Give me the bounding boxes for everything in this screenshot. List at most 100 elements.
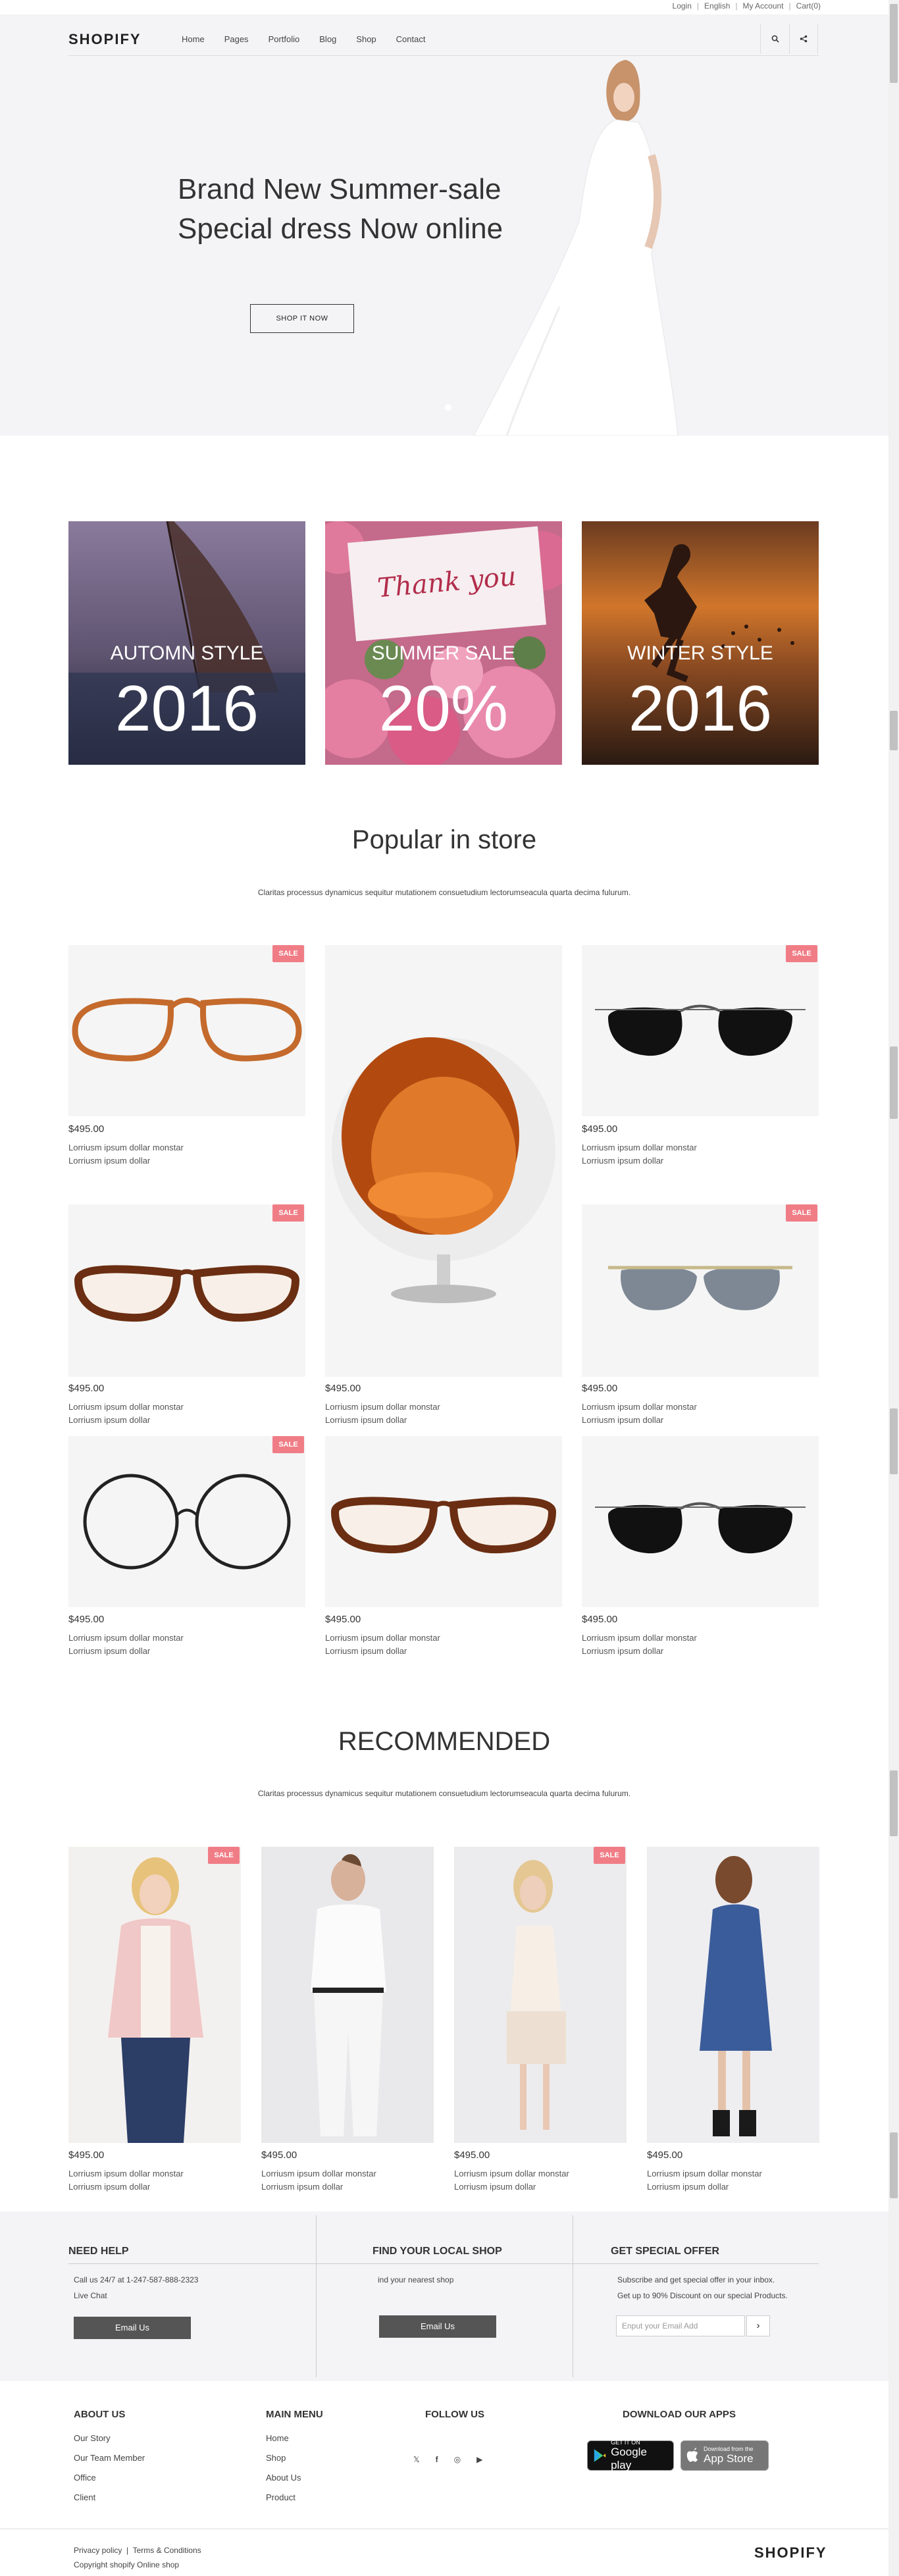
product-desc[interactable]: Lorriusm ipsum dollar monstar Lorriusm ip… <box>68 2167 184 2194</box>
product-image[interactable] <box>261 1847 434 2143</box>
google-play-button[interactable]: GET IT ON Google play <box>587 2439 674 2471</box>
product-desc-line2: Lorriusm ipsum dollar <box>582 1156 664 1166</box>
scrollbar-thumb[interactable] <box>890 711 898 750</box>
banner-caption: SUMMER SALE <box>371 642 516 664</box>
app-store-button[interactable]: Download from the App Store <box>681 2440 769 2471</box>
apple-big: App Store <box>704 2452 754 2465</box>
sale-badge: SALE <box>272 1436 304 1453</box>
scrollbar-thumb[interactable] <box>890 1046 898 1119</box>
nav-pages[interactable]: Pages <box>224 34 249 44</box>
email-us-button[interactable]: Email Us <box>379 2315 496 2338</box>
nav-contact[interactable]: Contact <box>396 34 426 44</box>
instagram-icon[interactable]: ◎ <box>454 2455 461 2464</box>
hero-title-line2: Special dress Now online <box>178 213 503 245</box>
menu-item[interactable]: Shop <box>266 2448 301 2468</box>
youtube-icon[interactable]: ▶ <box>476 2455 482 2464</box>
slider-dot[interactable] <box>445 404 451 411</box>
product-desc-line2: Lorriusm ipsum dollar <box>647 2182 729 2192</box>
banner-winter[interactable]: WINTER STYLE 2016 <box>582 521 819 765</box>
nav-home[interactable]: Home <box>182 34 205 44</box>
product-price: $495.00 <box>68 1614 105 1625</box>
product-image[interactable]: SALE <box>582 945 819 1116</box>
product-price: $495.00 <box>454 2150 490 2161</box>
menu-item[interactable]: Home <box>266 2429 301 2448</box>
product-image[interactable]: SALE <box>454 1847 627 2143</box>
product-desc-line1: Lorriusm ipsum dollar monstar <box>68 1143 184 1152</box>
model-white-suit-image <box>261 1847 434 2143</box>
email-field[interactable]: Enput your Email Add <box>616 2315 745 2336</box>
nav-shop[interactable]: Shop <box>356 34 376 44</box>
submit-arrow-icon[interactable]: › <box>746 2315 770 2336</box>
shop-now-button[interactable]: SHOP IT NOW <box>250 304 354 333</box>
about-item[interactable]: Office <box>74 2468 145 2488</box>
product-desc[interactable]: Lorriusm ipsum dollar monstar Lorriusm ip… <box>68 1141 184 1168</box>
facebook-icon[interactable]: f <box>436 2455 438 2464</box>
product-image[interactable]: SALE <box>68 1436 305 1607</box>
terms-link[interactable]: Terms & Conditions <box>133 2546 201 2555</box>
banner-big-text: 20% <box>378 672 509 744</box>
product-desc[interactable]: Lorriusm ipsum dollar monstar Lorriusm ip… <box>68 1401 184 1427</box>
logo[interactable]: SHOPIFY <box>68 31 141 48</box>
product-image[interactable]: SALE <box>68 1847 241 2143</box>
language-link[interactable]: English <box>704 1 730 11</box>
help-phone: Call us 24/7 at 1-247-587-888-2323 <box>74 2275 199 2284</box>
product-desc-line2: Lorriusm ipsum dollar <box>325 1415 407 1425</box>
twitter-icon[interactable]: 𝕏 <box>413 2455 420 2464</box>
product-desc[interactable]: Lorriusm ipsum dollar monstar Lorriusm ip… <box>647 2167 762 2194</box>
share-icon[interactable] <box>789 24 818 54</box>
product-desc[interactable]: Lorriusm ipsum dollar monstar Lorriusm ip… <box>325 1632 440 1658</box>
footer-logo[interactable]: SHOPIFY <box>754 2544 827 2562</box>
product-desc[interactable]: Lorriusm ipsum dollar monstar Lorriusm ip… <box>582 1401 697 1427</box>
product-desc[interactable]: Lorriusm ipsum dollar monstar Lorriusm ip… <box>582 1632 697 1658</box>
sale-badge: SALE <box>786 945 817 962</box>
cart-link[interactable]: Cart(0) <box>796 1 821 11</box>
product-image[interactable]: SALE <box>68 945 305 1116</box>
product-desc-line2: Lorriusm ipsum dollar <box>68 1156 151 1166</box>
apps-title: DOWNLOAD OUR APPS <box>623 2409 736 2420</box>
live-chat-link[interactable]: Live Chat <box>74 2288 198 2304</box>
about-item[interactable]: Our Team Member <box>74 2448 145 2468</box>
local-shop-text: ind your nearest shop <box>378 2275 454 2284</box>
product-image[interactable] <box>325 945 562 1377</box>
menu-item[interactable]: About Us <box>266 2468 301 2488</box>
product-desc[interactable]: Lorriusm ipsum dollar monstar Lorriusm ip… <box>261 2167 376 2194</box>
special-offer-title: GET SPECIAL OFFER <box>611 2246 720 2257</box>
popular-subtitle: Claritas processus dynamicus sequitur mu… <box>257 888 631 897</box>
product-image[interactable] <box>582 1436 819 1607</box>
product-desc[interactable]: Lorriusm ipsum dollar monstar Lorriusm ip… <box>325 1401 440 1427</box>
nav-blog[interactable]: Blog <box>319 34 336 44</box>
nav-portfolio[interactable]: Portfolio <box>269 34 300 44</box>
product-desc-line2: Lorriusm ipsum dollar <box>325 1646 407 1656</box>
product-image[interactable] <box>647 1847 819 2143</box>
banner-summer[interactable]: Thank you SUMMER SALE 20% <box>325 521 562 765</box>
product-desc-line1: Lorriusm ipsum dollar monstar <box>68 2169 184 2178</box>
scrollbar-thumb[interactable] <box>890 1408 898 1474</box>
scrollbar-thumb[interactable] <box>890 1770 898 1836</box>
email-us-button[interactable]: Email Us <box>74 2317 191 2339</box>
product-image[interactable]: SALE <box>582 1204 819 1377</box>
product-desc-line2: Lorriusm ipsum dollar <box>68 1415 151 1425</box>
search-icon[interactable] <box>760 24 789 54</box>
about-item[interactable]: Client <box>74 2488 145 2508</box>
product-desc[interactable]: Lorriusm ipsum dollar monstar Lorriusm ip… <box>454 2167 569 2194</box>
scrollbar-thumb[interactable] <box>890 2132 898 2198</box>
hero-model-image <box>473 60 679 436</box>
product-price: $495.00 <box>325 1383 361 1394</box>
login-link[interactable]: Login <box>673 1 692 11</box>
about-item[interactable]: Our Story <box>74 2429 145 2448</box>
hero-title: Brand New Summer-sale Special dress Now … <box>178 170 503 249</box>
banner-autumn[interactable]: AUTOMN STYLE 2016 <box>68 521 305 765</box>
product-price: $495.00 <box>68 2150 105 2161</box>
account-link[interactable]: My Account <box>743 1 784 11</box>
privacy-link[interactable]: Privacy policy <box>74 2546 122 2555</box>
social-icons: 𝕏 f ◎ ▶ <box>413 2455 482 2464</box>
sale-badge: SALE <box>594 1847 625 1864</box>
product-image[interactable]: SALE <box>68 1204 305 1377</box>
product-image[interactable] <box>325 1436 562 1607</box>
scrollbar-thumb[interactable] <box>890 4 898 83</box>
product-desc[interactable]: Lorriusm ipsum dollar monstar Lorriusm ip… <box>68 1632 184 1658</box>
menu-item[interactable]: Product <box>266 2488 301 2508</box>
product-price: $495.00 <box>582 1383 618 1394</box>
product-desc[interactable]: Lorriusm ipsum dollar monstar Lorriusm ip… <box>582 1141 697 1168</box>
model-white-dress-image <box>454 1847 627 2143</box>
